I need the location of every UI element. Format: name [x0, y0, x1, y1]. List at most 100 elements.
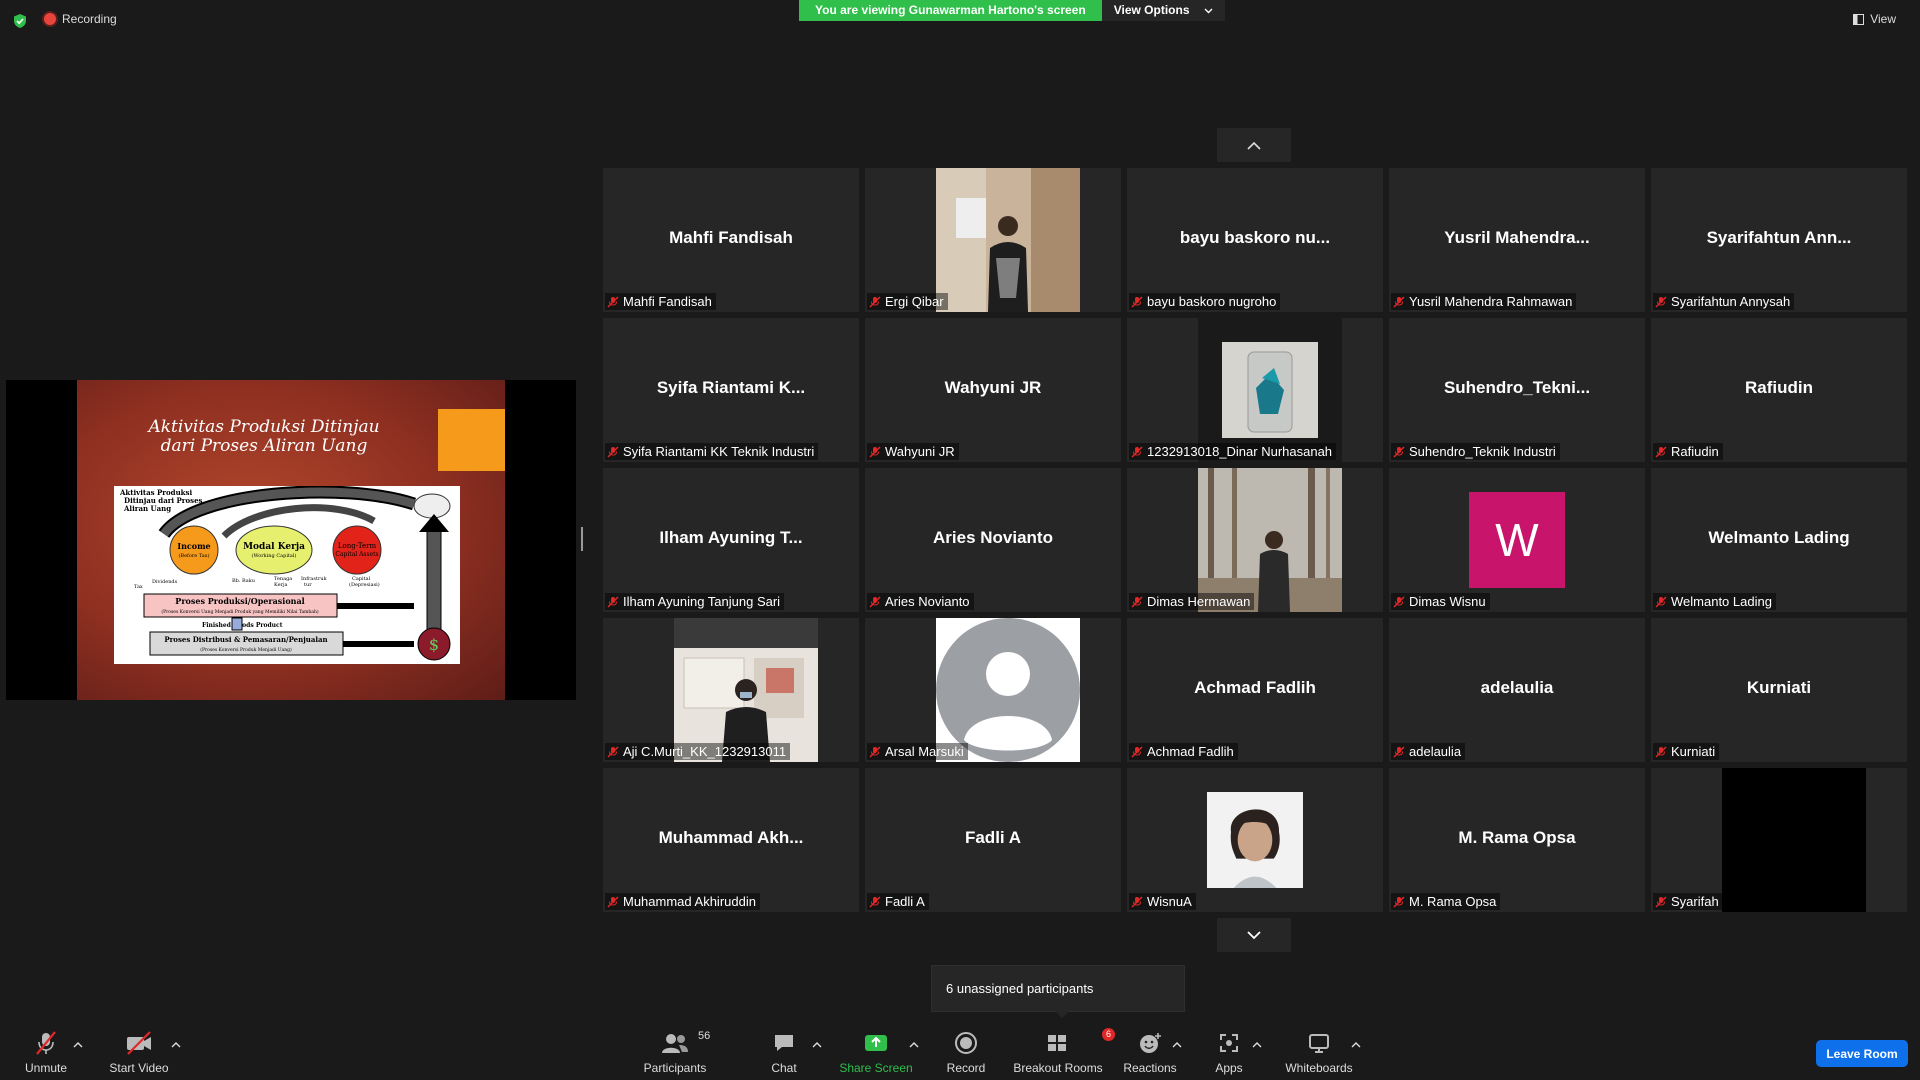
participant-name: Suhendro_Teknik Industri [1409, 444, 1556, 459]
participant-name-label: Muhammad Akhiruddin [605, 893, 760, 910]
participant-tile[interactable]: Dimas Hermawan [1127, 468, 1383, 612]
participant-tile[interactable]: Wahyuni JR Wahyuni JR [865, 318, 1121, 462]
participant-name: Muhammad Akhiruddin [623, 894, 756, 909]
svg-text:tur: tur [304, 582, 312, 588]
participant-tile[interactable]: Ilham Ayuning T... Ilham Ayuning Tanjung … [603, 468, 859, 612]
participant-name: Yusril Mahendra Rahmawan [1409, 294, 1573, 309]
share-options-caret-icon[interactable] [907, 1038, 921, 1052]
record-button[interactable]: Record [945, 1030, 987, 1075]
participant-tile[interactable]: Achmad Fadlih Achmad Fadlih [1127, 618, 1383, 762]
audio-options-caret-icon[interactable] [71, 1038, 85, 1052]
muted-mic-icon [1655, 896, 1667, 908]
chat-button[interactable]: Chat [765, 1030, 803, 1075]
muted-mic-icon [869, 596, 881, 608]
breakout-rooms-label: Breakout Rooms [1013, 1061, 1103, 1075]
svg-text:Kerja: Kerja [274, 582, 288, 588]
whiteboards-button[interactable]: Whiteboards [1282, 1030, 1356, 1075]
screen-share-banner: You are viewing Gunawarman Hartono's scr… [799, 0, 1225, 21]
participant-tile[interactable]: Ergi Qibar [865, 168, 1121, 312]
muted-mic-icon [1131, 746, 1143, 758]
start-video-button[interactable]: Start Video [106, 1030, 172, 1075]
participant-name: Welmanto Lading [1671, 594, 1772, 609]
participants-button[interactable]: 56 Participants [640, 1030, 711, 1075]
participant-tile[interactable]: Syifa Riantami K... Syifa Riantami KK Tek… [603, 318, 859, 462]
svg-text:Dividends: Dividends [152, 579, 178, 585]
unassigned-participants-notice[interactable]: 6 unassigned participants [931, 965, 1185, 1018]
participant-name: Achmad Fadlih [1147, 744, 1234, 759]
participant-display-name: Suhendro_Tekni... [1443, 378, 1591, 397]
apps-button[interactable]: Apps [1212, 1030, 1246, 1075]
breakout-rooms-button[interactable]: 6 Breakout Rooms [1013, 1028, 1115, 1075]
reactions-options-caret-icon[interactable] [1170, 1038, 1184, 1052]
participant-tile[interactable]: Fadli A Fadli A [865, 768, 1121, 912]
participant-tile[interactable]: bayu baskoro nu... bayu baskoro nugroho [1127, 168, 1383, 312]
long-term-circle [332, 525, 382, 575]
participant-tile[interactable]: Suhendro_Tekni... Suhendro_Teknik Industr… [1389, 318, 1645, 462]
muted-mic-icon [1393, 746, 1405, 758]
participant-tile[interactable]: Welmanto Lading Welmanto Lading [1651, 468, 1907, 612]
participant-tile[interactable]: 1232913018_Dinar Nurhasanah [1127, 318, 1383, 462]
muted-mic-icon [1131, 296, 1143, 308]
participant-tile[interactable]: M. Rama Opsa M. Rama Opsa [1389, 768, 1645, 912]
participant-tile[interactable]: Syarifahtun Ann... Syarifahtun Annysah [1651, 168, 1907, 312]
participant-name-label: Yusril Mahendra Rahmawan [1391, 293, 1577, 310]
participant-name: bayu baskoro nugroho [1147, 294, 1277, 309]
panel-divider-handle[interactable] [581, 527, 583, 551]
participant-name-label: Suhendro_Teknik Industri [1391, 443, 1560, 460]
grid-page-down-button[interactable] [1217, 918, 1291, 952]
security-shield-icon[interactable] [12, 13, 28, 29]
view-options-button[interactable]: View Options [1101, 0, 1225, 21]
apps-options-caret-icon[interactable] [1250, 1038, 1264, 1052]
participant-display-name: Kurniati [1746, 678, 1812, 697]
participant-tile[interactable]: Yusril Mahendra... Yusril Mahendra Rahmaw… [1389, 168, 1645, 312]
participant-tile[interactable]: WisnuA [1127, 768, 1383, 912]
unmute-label: Unmute [24, 1061, 68, 1075]
participant-name: Fadli A [885, 894, 925, 909]
chat-label: Chat [771, 1061, 797, 1075]
participant-tile[interactable]: Aji C.Murti_KK_1232913011 [603, 618, 859, 762]
participant-name-label: Mahfi Fandisah [605, 293, 716, 310]
participant-name: Ilham Ayuning Tanjung Sari [623, 594, 781, 609]
participant-tile[interactable]: Aries Novianto Aries Novianto [865, 468, 1121, 612]
video-options-caret-icon[interactable] [169, 1038, 183, 1052]
participant-tile[interactable]: Syarifah [1651, 768, 1907, 912]
participant-name-label: Arsal Marsuki [867, 743, 968, 760]
participant-tile[interactable]: Kurniati Kurniati [1651, 618, 1907, 762]
participant-display-name: Aries Novianto [933, 528, 1053, 547]
share-screen-button[interactable]: Share Screen [839, 1030, 913, 1075]
reactions-button[interactable]: Reactions [1122, 1030, 1178, 1075]
participant-name-label: Aji C.Murti_KK_1232913011 [605, 743, 791, 760]
svg-text:(Proses Konversi Produk Menjad: (Proses Konversi Produk Menjadi Uang) [200, 646, 292, 653]
unmute-button[interactable]: Unmute [18, 1030, 74, 1075]
recording-indicator[interactable]: Recording [44, 12, 117, 26]
shared-screen[interactable]: Aktivitas Produksi Ditinjau dari Proses … [6, 380, 576, 700]
participant-tile[interactable]: Mahfi Fandisah Mahfi Fandisah [603, 168, 859, 312]
chat-options-caret-icon[interactable] [810, 1038, 824, 1052]
grid-page-up-button[interactable] [1217, 128, 1291, 162]
participant-tile[interactable]: Muhammad Akh... Muhammad Akhiruddin [603, 768, 859, 912]
muted-mic-icon [607, 746, 619, 758]
participant-tile[interactable]: Rafiudin Rafiudin [1651, 318, 1907, 462]
participant-name-label: Fadli A [867, 893, 929, 910]
muted-mic-icon [1655, 746, 1667, 758]
participant-tile[interactable]: Arsal Marsuki [865, 618, 1121, 762]
participant-tile[interactable]: W Dimas Wisnu [1389, 468, 1645, 612]
mic-muted-icon [36, 1031, 56, 1055]
muted-mic-icon [607, 896, 619, 908]
participant-tile[interactable]: adelaulia adelaulia [1389, 618, 1645, 762]
participant-display-name: Syifa Riantami K... [656, 378, 806, 397]
whiteboards-options-caret-icon[interactable] [1349, 1038, 1363, 1052]
participant-name-label: Ilham Ayuning Tanjung Sari [605, 593, 785, 610]
svg-text:Bb. Baku: Bb. Baku [232, 578, 256, 584]
apps-icon [1220, 1034, 1238, 1052]
view-button[interactable]: View [1853, 12, 1896, 26]
participant-name: Syifa Riantami KK Teknik Industri [623, 444, 815, 459]
participant-name-label: WisnuA [1129, 893, 1196, 910]
participant-name: Ergi Qibar [885, 294, 944, 309]
svg-text:(Before Tax): (Before Tax) [178, 552, 209, 559]
svg-text:Income: Income [177, 541, 210, 551]
muted-mic-icon [1393, 446, 1405, 458]
participant-name-label: Welmanto Lading [1653, 593, 1776, 610]
slide-title-line-2: dari Proses Aliran Uang [160, 436, 368, 456]
leave-room-button[interactable]: Leave Room [1816, 1040, 1908, 1067]
